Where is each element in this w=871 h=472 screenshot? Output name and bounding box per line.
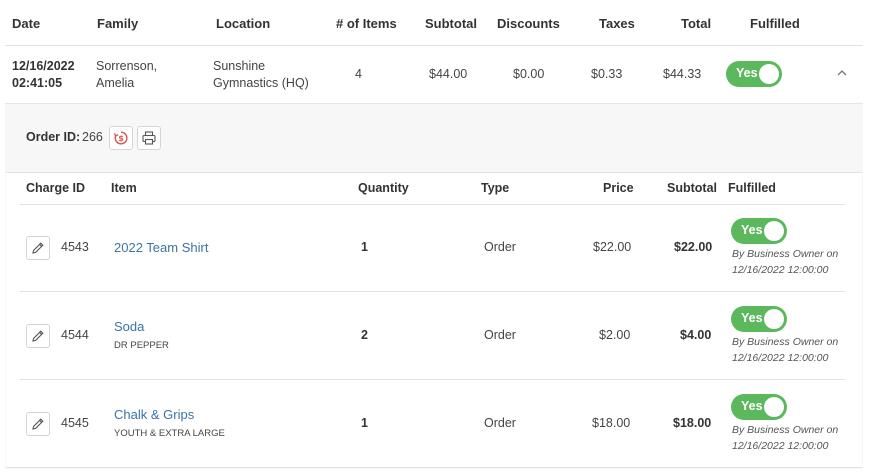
charge-id: 4543 (61, 240, 89, 254)
print-button[interactable] (137, 126, 161, 150)
header-items[interactable]: # of Items (336, 16, 397, 31)
header-total[interactable]: Total (681, 16, 711, 31)
divider (20, 204, 845, 205)
order-total: $44.33 (663, 67, 702, 81)
toggle-knob (764, 221, 784, 241)
edit-charge-button[interactable] (26, 324, 50, 348)
header-discounts[interactable]: Discounts (497, 16, 560, 31)
order-discounts: $0.00 (513, 67, 545, 81)
divider (20, 291, 845, 292)
header-quantity: Quantity (358, 181, 409, 195)
header-family[interactable]: Family (97, 16, 138, 31)
toggle-knob (764, 309, 784, 329)
charge-subtotal: $18.00 (673, 416, 712, 430)
header-subtotal: Subtotal (667, 181, 717, 195)
order-date: 12/16/2022 02:41:05 (12, 59, 75, 90)
charge-item-option: DR PEPPER (114, 340, 169, 351)
charge-item-option: YOUTH & EXTRA LARGE (114, 428, 225, 439)
pencil-icon (32, 242, 44, 254)
order-id-value: 266 (82, 130, 103, 144)
header-charge-id: Charge ID (26, 181, 86, 195)
fulfilled-by: By Business Owner on 12/16/2022 12:00:00 (732, 336, 839, 364)
header-price: Price (603, 181, 634, 195)
toggle-knob (759, 64, 779, 84)
header-fulfilled: Fulfilled (728, 181, 776, 195)
order-subtotal: $44.00 (429, 67, 468, 81)
fulfilled-by: By Business Owner on 12/16/2022 12:00:00 (732, 248, 839, 276)
order-id-label: Order ID: (26, 130, 81, 144)
charge-price: $22.00 (593, 240, 632, 254)
charge-item-link[interactable]: Chalk & Grips (114, 407, 194, 422)
refund-button[interactable]: $ (109, 126, 133, 150)
charge-subtotal: $22.00 (674, 240, 713, 254)
charge-id: 4544 (61, 328, 89, 342)
charge-quantity: 1 (361, 416, 368, 430)
charge-item-link[interactable]: 2022 Team Shirt (114, 240, 208, 255)
charge-type: Order (484, 416, 516, 430)
charge-quantity: 1 (361, 240, 368, 254)
svg-text:$: $ (118, 134, 124, 143)
charge-type: Order (484, 240, 516, 254)
order-family: Sorrenson, Amelia (96, 59, 158, 90)
header-taxes[interactable]: Taxes (599, 16, 635, 31)
fulfilled-by: By Business Owner on 12/16/2022 12:00:00 (732, 424, 839, 452)
toggle-knob (764, 397, 784, 417)
header-subtotal[interactable]: Subtotal (425, 16, 477, 31)
header-item: Item (111, 181, 137, 195)
charge-fulfilled-toggle[interactable]: Yes (731, 306, 787, 332)
header-location[interactable]: Location (216, 16, 270, 31)
refund-dollar-icon: $ (113, 131, 128, 145)
chevron-up-icon[interactable] (836, 66, 848, 81)
order-taxes: $0.33 (591, 67, 623, 81)
printer-icon (142, 131, 156, 145)
charge-type: Order (484, 328, 516, 342)
charge-price: $2.00 (599, 328, 631, 342)
divider (20, 379, 845, 380)
charge-quantity: 2 (361, 328, 368, 342)
charge-fulfilled-toggle[interactable]: Yes (731, 218, 787, 244)
charge-item-link[interactable]: Soda (114, 319, 144, 334)
edit-charge-button[interactable] (26, 236, 50, 260)
divider (6, 467, 862, 468)
header-date[interactable]: Date (12, 16, 40, 31)
order-location: Sunshine Gymnastics (HQ) (213, 59, 309, 90)
header-type: Type (481, 181, 510, 195)
order-item-count: 4 (355, 67, 362, 81)
charge-price: $18.00 (592, 416, 631, 430)
pencil-icon (32, 418, 44, 430)
pencil-icon (32, 330, 44, 342)
header-fulfilled[interactable]: Fulfilled (750, 16, 800, 31)
order-fulfilled-toggle[interactable]: Yes (726, 61, 782, 87)
charge-subtotal: $4.00 (680, 328, 712, 342)
edit-charge-button[interactable] (26, 412, 50, 436)
charge-id: 4545 (61, 416, 89, 430)
divider (5, 45, 863, 46)
charge-fulfilled-toggle[interactable]: Yes (731, 394, 787, 420)
